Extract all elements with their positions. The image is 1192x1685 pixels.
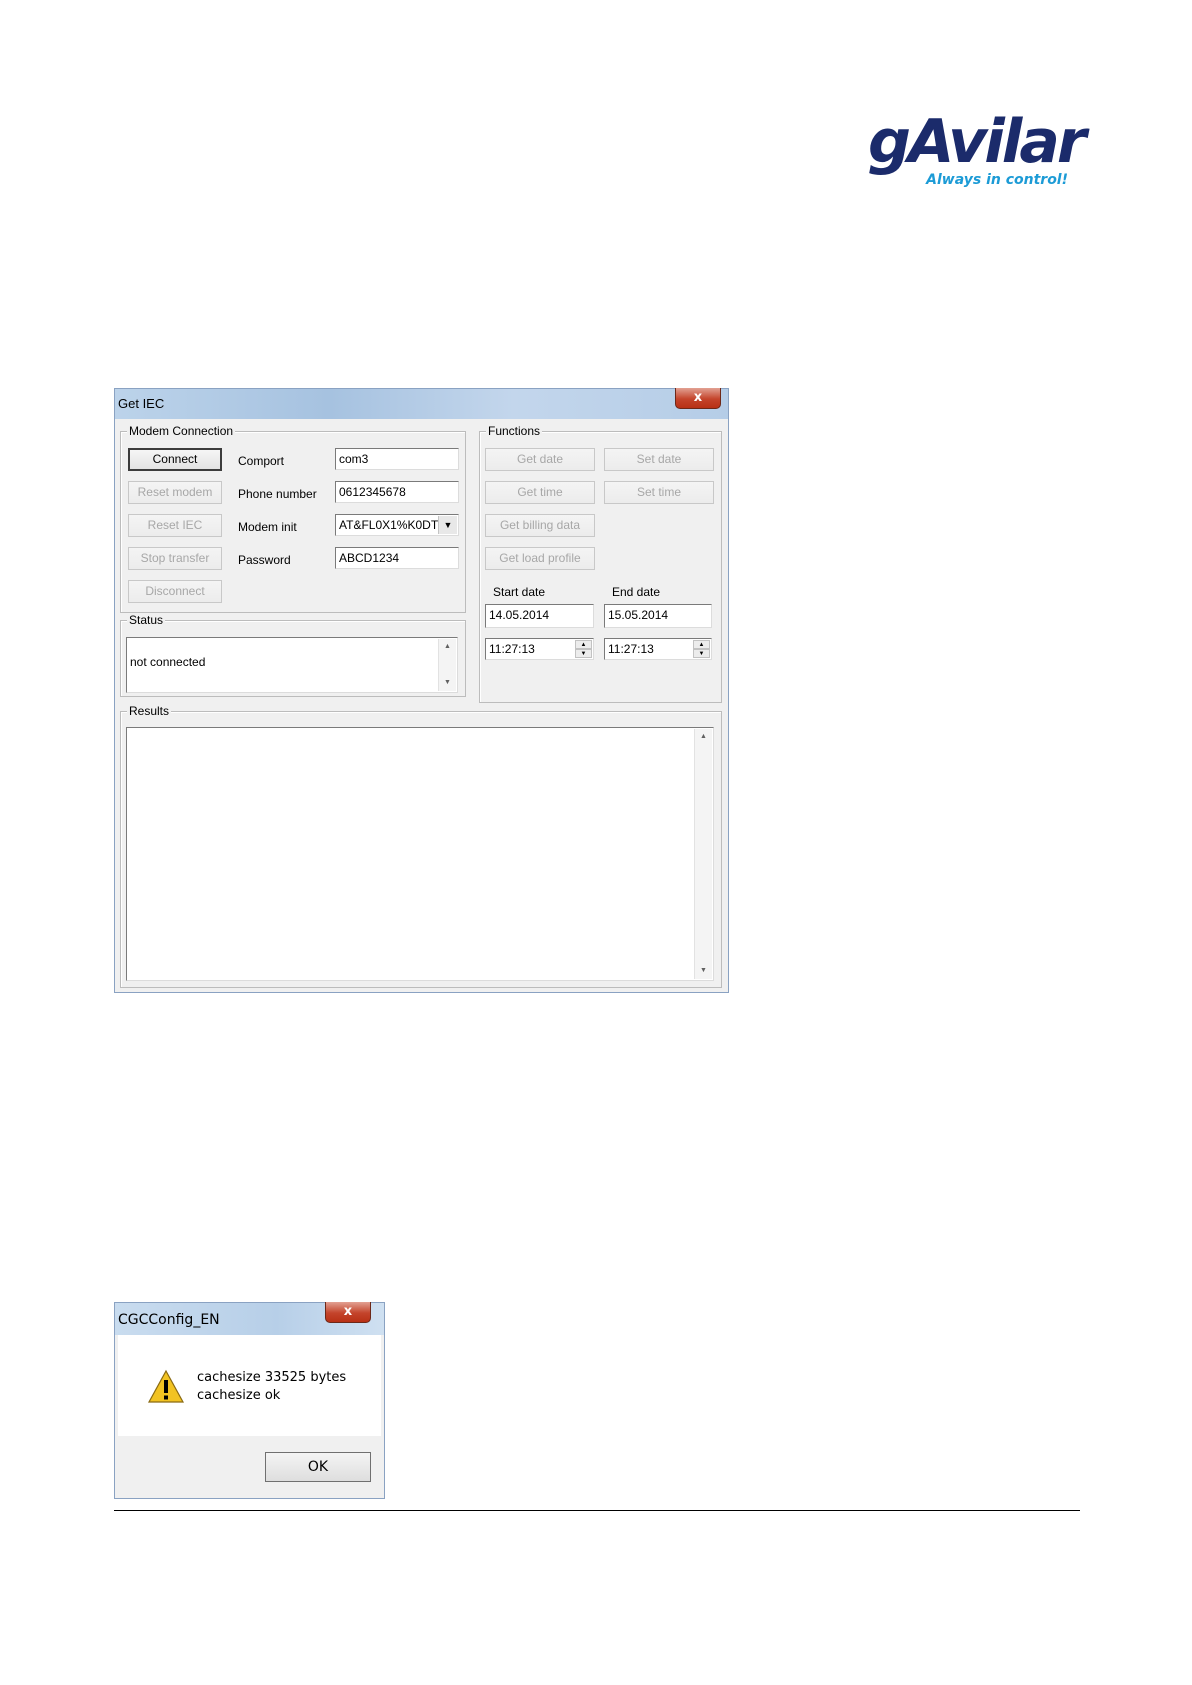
get-load-profile-button[interactable]: Get load profile bbox=[485, 547, 595, 570]
disconnect-button[interactable]: Disconnect bbox=[128, 580, 222, 603]
functions-legend: Functions bbox=[486, 424, 543, 438]
functions-group: Functions Get date Set date Get time Set… bbox=[479, 424, 722, 703]
get-iec-client: Modem Connection Connect Reset modem Res… bbox=[115, 419, 728, 992]
end-date-input[interactable]: 15.05.2014 bbox=[604, 604, 712, 628]
results-scrollbar[interactable]: ▲ ▼ bbox=[694, 729, 712, 979]
spin-down-icon[interactable]: ▼ bbox=[693, 649, 710, 658]
scroll-up-icon[interactable]: ▲ bbox=[695, 729, 712, 745]
message-box-title: CGCConfig_EN bbox=[118, 1312, 220, 1328]
ok-button[interactable]: OK bbox=[265, 1452, 371, 1482]
close-icon[interactable]: x bbox=[675, 388, 721, 409]
set-date-button[interactable]: Set date bbox=[604, 448, 714, 471]
status-scrollbar[interactable]: ▲ ▼ bbox=[438, 639, 456, 691]
gavilar-logo: gAvilar Always in control! bbox=[868, 112, 1086, 190]
message-box-body: cachesize 33525 bytes cachesize ok bbox=[118, 1335, 381, 1436]
logo-tagline: Always in control! bbox=[926, 172, 1068, 188]
reset-modem-button[interactable]: Reset modem bbox=[128, 481, 222, 504]
chevron-down-icon[interactable]: ▼ bbox=[438, 516, 457, 534]
end-date-label: End date bbox=[612, 585, 661, 599]
reset-iec-button[interactable]: Reset IEC bbox=[128, 514, 222, 537]
status-textbox[interactable]: not connected ▲ ▼ bbox=[126, 637, 458, 693]
get-iec-titlebar[interactable]: Get IEC x bbox=[115, 388, 728, 419]
start-time-input[interactable]: 11:27:13 ▲ ▼ bbox=[485, 638, 594, 660]
get-iec-window: Get IEC x Modem Connection Connect Reset… bbox=[114, 388, 729, 993]
end-time-input[interactable]: 11:27:13 ▲ ▼ bbox=[604, 638, 712, 660]
modem-init-select[interactable]: AT&FL0X1%K0DT ▼ bbox=[335, 514, 459, 536]
warning-icon bbox=[147, 1369, 185, 1403]
start-time-spinner[interactable]: ▲ ▼ bbox=[575, 640, 592, 658]
logo-brand: gAvilar bbox=[868, 107, 1086, 177]
phone-number-label: Phone number bbox=[238, 487, 317, 501]
results-textbox[interactable]: ▲ ▼ bbox=[126, 727, 714, 981]
phone-number-input[interactable]: 0612345678 bbox=[335, 481, 459, 503]
status-legend: Status bbox=[127, 613, 166, 627]
modem-init-label: Modem init bbox=[238, 520, 297, 534]
message-box-footer: OK bbox=[118, 1436, 381, 1495]
end-time-spinner[interactable]: ▲ ▼ bbox=[693, 640, 710, 658]
scroll-down-icon[interactable]: ▼ bbox=[439, 675, 456, 691]
comport-input[interactable]: com3 bbox=[335, 448, 459, 470]
start-time-value: 11:27:13 bbox=[489, 642, 535, 656]
password-input[interactable]: ABCD1234 bbox=[335, 547, 459, 569]
scroll-down-icon[interactable]: ▼ bbox=[695, 963, 712, 979]
footer-rule bbox=[114, 1510, 1080, 1511]
message-line-2: cachesize ok bbox=[197, 1388, 281, 1403]
set-time-button[interactable]: Set time bbox=[604, 481, 714, 504]
stop-transfer-button[interactable]: Stop transfer bbox=[128, 547, 222, 570]
message-line-1: cachesize 33525 bytes bbox=[197, 1370, 347, 1385]
close-icon[interactable]: x bbox=[325, 1302, 371, 1323]
comport-label: Comport bbox=[238, 454, 285, 468]
modem-connection-group: Modem Connection Connect Reset modem Res… bbox=[120, 424, 466, 613]
connect-button[interactable]: Connect bbox=[128, 448, 222, 471]
end-time-value: 11:27:13 bbox=[608, 642, 654, 656]
status-group: Status not connected ▲ ▼ bbox=[120, 613, 466, 697]
spin-up-icon[interactable]: ▲ bbox=[575, 640, 592, 649]
get-billing-data-button[interactable]: Get billing data bbox=[485, 514, 595, 537]
get-time-button[interactable]: Get time bbox=[485, 481, 595, 504]
cgcconfig-message-box: CGCConfig_EN x cachesize 33525 bytes cac… bbox=[114, 1302, 385, 1499]
start-date-label: Start date bbox=[493, 585, 546, 599]
modem-connection-legend: Modem Connection bbox=[127, 424, 236, 438]
results-group: Results ▲ ▼ bbox=[120, 704, 722, 988]
window-title: Get IEC bbox=[118, 396, 165, 411]
get-date-button[interactable]: Get date bbox=[485, 448, 595, 471]
modem-init-value: AT&FL0X1%K0DT bbox=[339, 518, 439, 532]
password-label: Password bbox=[238, 553, 291, 567]
status-text: not connected bbox=[130, 655, 206, 669]
spin-down-icon[interactable]: ▼ bbox=[575, 649, 592, 658]
results-legend: Results bbox=[127, 704, 172, 718]
message-box-titlebar[interactable]: CGCConfig_EN x bbox=[115, 1302, 384, 1335]
spin-up-icon[interactable]: ▲ bbox=[693, 640, 710, 649]
start-date-input[interactable]: 14.05.2014 bbox=[485, 604, 594, 628]
scroll-up-icon[interactable]: ▲ bbox=[439, 639, 456, 655]
